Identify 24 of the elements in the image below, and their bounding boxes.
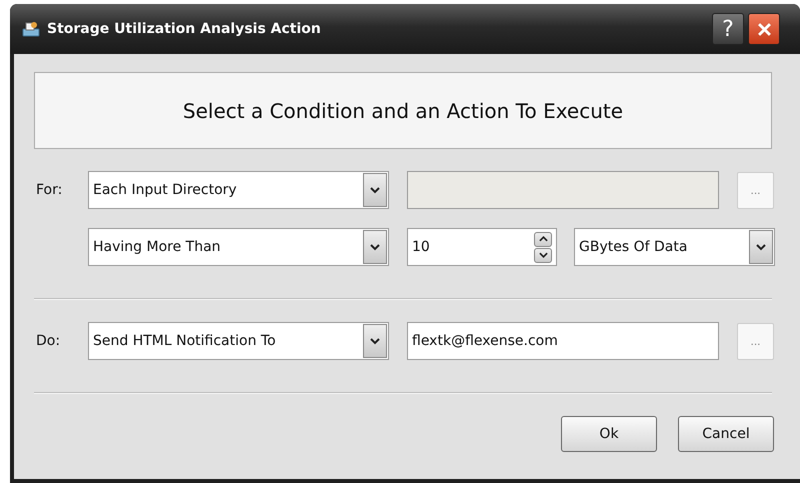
chevron-down-icon	[370, 243, 380, 251]
chevron-down-icon	[538, 252, 548, 258]
spin-up-button[interactable]	[534, 232, 552, 246]
recipient-field[interactable]: flextk@flexense.com	[407, 322, 719, 360]
window-title: Storage Utilization Analysis Action	[47, 21, 322, 37]
condition-dropdown[interactable]: Having More Than	[88, 228, 389, 266]
close-icon	[758, 22, 770, 36]
for-label: For:	[35, 182, 64, 198]
chevron-down-icon	[370, 186, 380, 194]
spin-down-button[interactable]	[534, 248, 552, 262]
unit-dropdown[interactable]: GBytes Of Data	[574, 228, 775, 266]
amount-spinner[interactable]: 10	[407, 228, 557, 266]
do-label: Do:	[35, 333, 62, 349]
chevron-down-icon	[756, 243, 766, 251]
dialog-heading: Select a Condition and an Action To Execute	[34, 72, 772, 149]
action-dropdown[interactable]: Send HTML Notification To	[88, 322, 389, 360]
storage-icon	[22, 21, 40, 37]
help-button[interactable]: ?	[712, 13, 744, 45]
target-dropdown[interactable]: Each Input Directory	[88, 171, 389, 209]
chevron-up-icon	[538, 236, 548, 242]
ok-button[interactable]: Ok	[561, 416, 657, 452]
close-button[interactable]	[748, 13, 780, 45]
chevron-down-icon	[370, 337, 380, 345]
cancel-button[interactable]: Cancel	[678, 416, 774, 452]
